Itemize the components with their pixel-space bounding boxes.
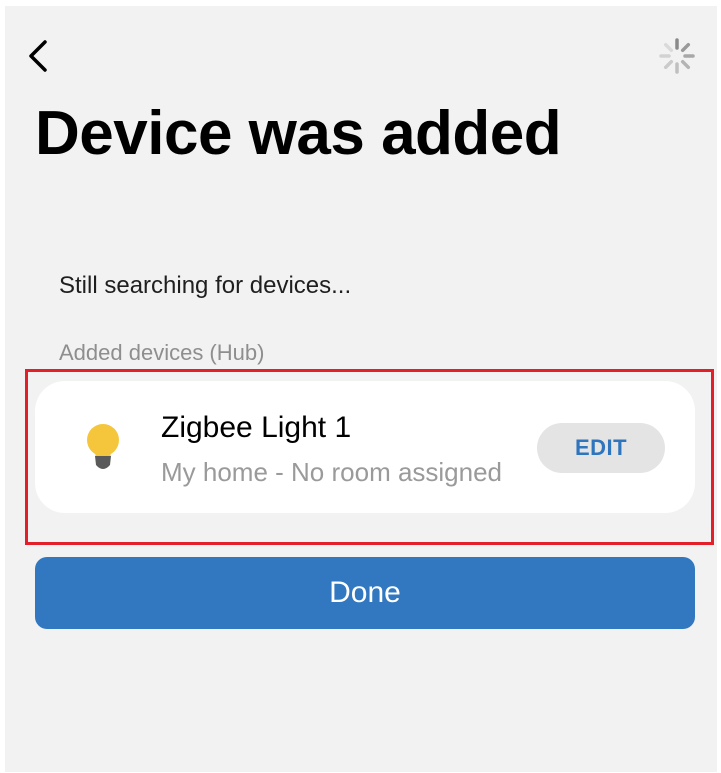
device-location: My home - No room assigned xyxy=(161,457,503,487)
back-button[interactable] xyxy=(21,34,55,78)
edit-button[interactable]: EDIT xyxy=(537,423,665,473)
search-status-text: Still searching for devices... xyxy=(59,272,352,299)
loading-spinner-icon xyxy=(659,38,695,74)
chevron-left-icon xyxy=(29,40,47,72)
device-added-screen: Device was added Still searching for dev… xyxy=(5,6,717,772)
device-name: Zigbee Light 1 xyxy=(161,411,352,444)
added-devices-label: Added devices (Hub) xyxy=(59,340,265,365)
done-button[interactable]: Done xyxy=(35,557,695,629)
device-card: Zigbee Light 1 My home - No room assigne… xyxy=(35,381,695,513)
page-title: Device was added xyxy=(35,99,562,168)
light-bulb-icon xyxy=(87,424,119,469)
